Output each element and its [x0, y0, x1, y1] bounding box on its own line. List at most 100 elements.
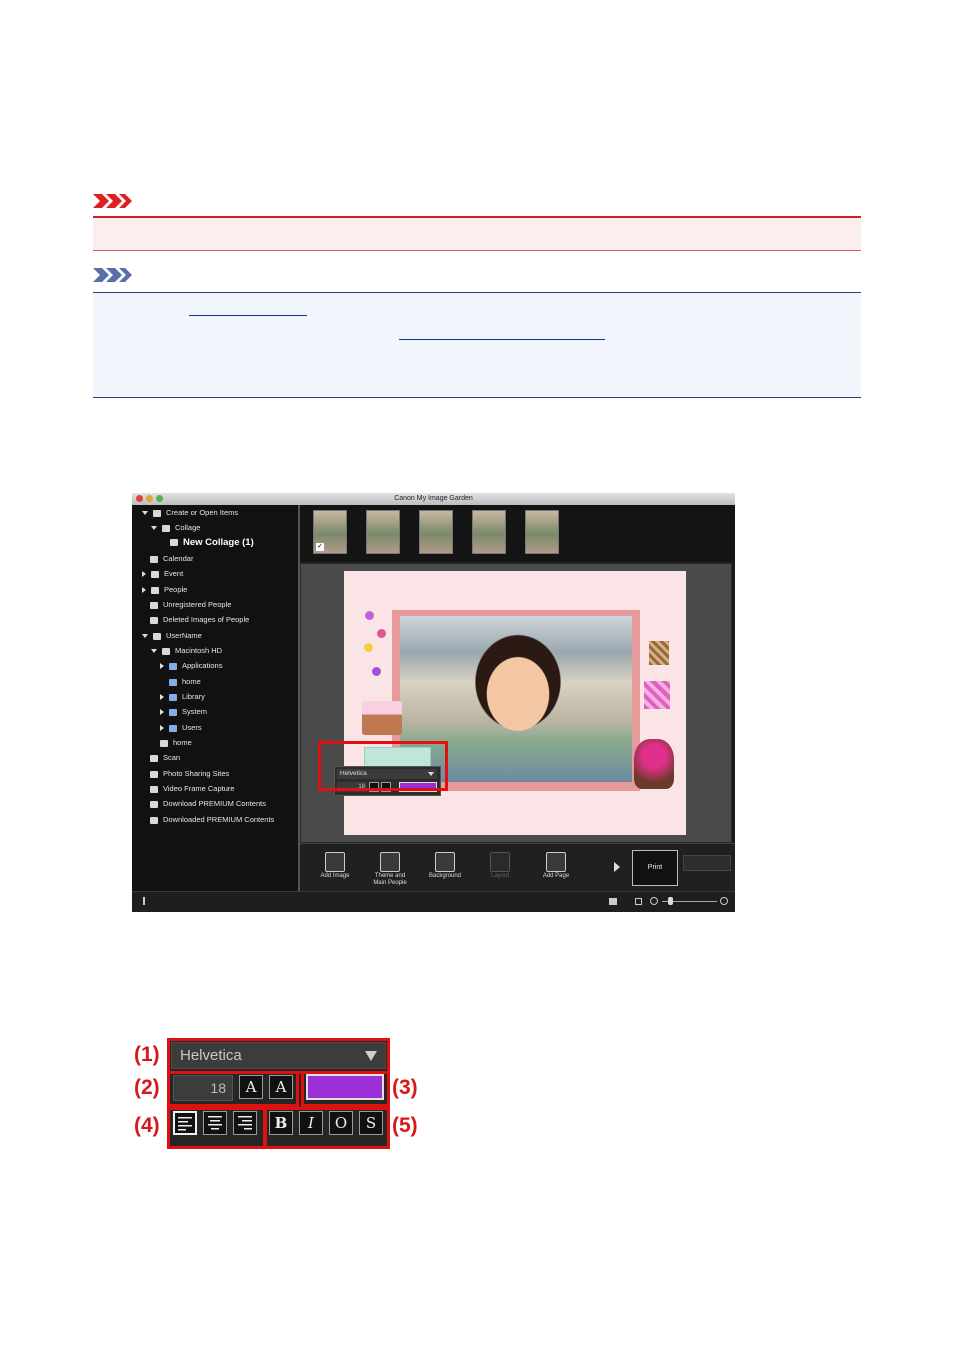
thumbnail-image[interactable] [419, 510, 453, 554]
person-icon [151, 586, 159, 594]
person-icon [150, 616, 158, 624]
check-icon: ✓ [316, 543, 324, 551]
title-bar: Canon My Image Garden [132, 493, 735, 505]
disclosure-right-icon[interactable] [160, 694, 164, 701]
bottom-toolbar: Add Image Theme and Main People Backgroun… [300, 843, 735, 892]
sidebar-item-new-collage[interactable]: New Collage (1) [170, 538, 254, 548]
info-icon[interactable] [143, 897, 145, 905]
disclosure-right-icon[interactable] [160, 725, 164, 732]
window-title: Canon My Image Garden [394, 495, 473, 502]
callout-label-2: (2) [134, 1076, 160, 1099]
callout-box-2 [167, 1071, 299, 1107]
calendar-icon [150, 555, 158, 563]
zoom-in-icon[interactable] [720, 897, 728, 905]
callout-box-5 [264, 1107, 390, 1149]
flower-decoration [364, 643, 373, 652]
layout-icon [490, 852, 510, 872]
disclosure-down-icon[interactable] [142, 634, 148, 639]
sidebar-item-applications[interactable]: Applications [160, 661, 222, 671]
sidebar-item-event[interactable]: Event [142, 569, 183, 579]
collage-icon [162, 524, 170, 532]
cake-decoration [362, 701, 402, 735]
sidebar-item-system[interactable]: System [160, 707, 207, 717]
thumbnail-image[interactable] [472, 510, 506, 554]
link-underline-1[interactable] [189, 315, 307, 316]
callout-label-3: (3) [392, 1076, 418, 1099]
print-button[interactable]: Print [632, 850, 678, 886]
next-arrow-icon[interactable] [614, 862, 620, 872]
add-page-icon [546, 852, 566, 872]
folder-icon [169, 693, 177, 701]
sidebar-item-home[interactable]: home [160, 738, 192, 748]
share-icon [150, 770, 158, 778]
layout-button[interactable]: Layout [475, 844, 525, 892]
folder-icon [169, 724, 177, 732]
disclosure-right-icon[interactable] [160, 709, 164, 716]
add-image-icon [325, 852, 345, 872]
sidebar-item-unregistered-people[interactable]: Unregistered People [150, 600, 231, 610]
disclosure-right-icon[interactable] [142, 587, 146, 594]
note-box [93, 293, 861, 398]
zoom-slider-handle[interactable] [668, 897, 673, 905]
fullscreen-icon[interactable] [635, 898, 642, 905]
sidebar-item-collage[interactable]: Collage [151, 523, 200, 533]
disclosure-down-icon[interactable] [142, 511, 148, 516]
zoom-out-icon[interactable] [650, 897, 658, 905]
thumbnail-image[interactable] [366, 510, 400, 554]
create-icon [153, 509, 161, 517]
link-underline-2[interactable] [399, 339, 605, 340]
sidebar-item-create[interactable]: Create or Open Items [142, 508, 238, 518]
callout-box-3 [301, 1071, 390, 1107]
document-icon [170, 538, 178, 546]
theme-icon [380, 852, 400, 872]
thumbnail-image[interactable]: ✓ [313, 510, 347, 554]
sidebar-item-username[interactable]: UserName [142, 631, 202, 641]
sidebar-item-photo-sharing[interactable]: Photo Sharing Sites [150, 769, 229, 779]
sidebar-item-calendar[interactable]: Calendar [150, 554, 193, 564]
disclosure-down-icon[interactable] [151, 649, 157, 654]
important-box [93, 218, 861, 251]
bouquet-decoration [634, 739, 674, 789]
sidebar-item-home-folder[interactable]: home [169, 677, 201, 687]
home-icon [160, 739, 168, 747]
download-icon [150, 800, 158, 808]
sidebar-item-deleted-images[interactable]: Deleted Images of People [150, 615, 249, 625]
thumbnail-image[interactable] [525, 510, 559, 554]
sidebar-item-library[interactable]: Library [160, 692, 205, 702]
flower-decoration [377, 629, 386, 638]
add-image-button[interactable]: Add Image [310, 844, 360, 892]
sidebar-item-scan[interactable]: Scan [150, 753, 180, 763]
sidebar: Create or Open Items Collage New Collage… [132, 505, 300, 891]
film-icon [150, 785, 158, 793]
callout-label-5: (5) [392, 1114, 418, 1137]
sidebar-item-video-frame[interactable]: Video Frame Capture [150, 784, 235, 794]
add-page-button[interactable]: Add Page [531, 844, 581, 892]
highlight-box [318, 741, 448, 791]
background-button[interactable]: Background [420, 844, 470, 892]
flower-decoration [365, 611, 374, 620]
computer-icon [153, 632, 161, 640]
page-nav-arrows[interactable] [683, 855, 731, 871]
status-bar [132, 891, 735, 912]
sidebar-item-download-premium[interactable]: Download PREMIUM Contents [150, 799, 266, 809]
sidebar-item-downloaded-premium[interactable]: Downloaded PREMIUM Contents [150, 815, 274, 825]
sidebar-item-people[interactable]: People [142, 585, 187, 595]
folder-icon [169, 662, 177, 670]
callout-box-4 [167, 1107, 266, 1149]
background-icon [435, 852, 455, 872]
gift-decoration [644, 681, 670, 709]
folder-icon [150, 816, 158, 824]
edit-area: Helvetica 18 [300, 563, 732, 843]
sidebar-item-users[interactable]: Users [160, 723, 202, 733]
sidebar-item-macintosh-hd[interactable]: Macintosh HD [151, 646, 222, 656]
disclosure-right-icon[interactable] [160, 663, 164, 670]
disclosure-right-icon[interactable] [142, 571, 146, 578]
callout-box-1 [167, 1038, 390, 1074]
view-mode-icon[interactable] [609, 898, 617, 905]
disclosure-down-icon[interactable] [151, 526, 157, 531]
folder-icon [169, 678, 177, 686]
folder-icon [169, 708, 177, 716]
gift-decoration [649, 641, 669, 665]
flower-decoration [372, 667, 381, 676]
theme-button[interactable]: Theme and Main People [365, 844, 415, 892]
